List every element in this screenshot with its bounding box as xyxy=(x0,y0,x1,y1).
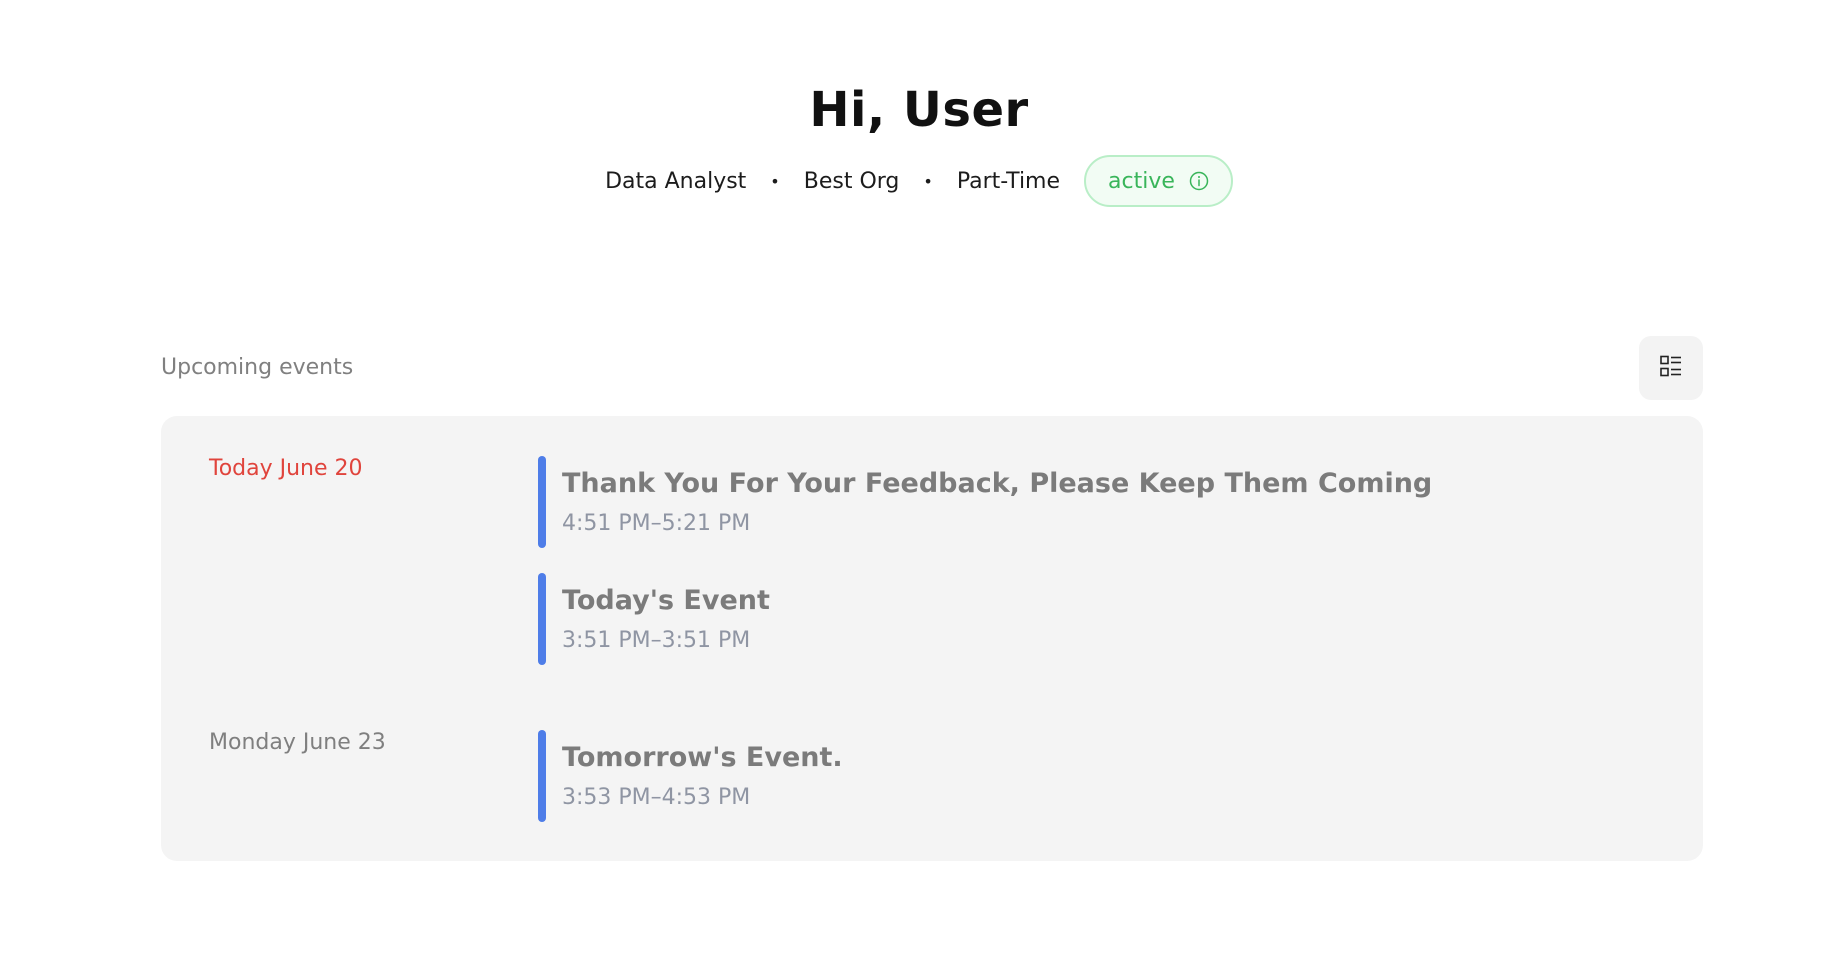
status-label: active xyxy=(1108,168,1175,194)
event-time: 3:53 PM–4:53 PM xyxy=(562,785,751,810)
separator-dot: • xyxy=(770,171,780,191)
event-time: 4:51 PM–5:21 PM xyxy=(562,511,751,536)
events-card: Today June 20 Thank You For Your Feedbac… xyxy=(161,416,1703,861)
event-color-bar xyxy=(538,573,546,665)
upcoming-events-title: Upcoming events xyxy=(161,355,354,380)
employment-type-text: Part-Time xyxy=(956,168,1061,194)
greeting-heading: Hi, User xyxy=(809,82,1029,138)
role-text: Data Analyst xyxy=(605,168,747,194)
view-toggle-button[interactable] xyxy=(1639,336,1703,400)
event-title: Tomorrow's Event. xyxy=(562,742,843,773)
event-title: Thank You For Your Feedback, Please Keep… xyxy=(562,468,1433,499)
event-color-bar xyxy=(538,730,546,822)
event-item[interactable]: Tomorrow's Event. 3:53 PM–4:53 PM xyxy=(538,730,843,822)
event-time: 3:51 PM–3:51 PM xyxy=(562,628,751,653)
event-title: Today's Event xyxy=(562,585,770,616)
event-item[interactable]: Thank You For Your Feedback, Please Keep… xyxy=(538,456,1432,548)
profile-meta-row: Data Analyst • Best Org • Part-Time acti… xyxy=(0,155,1838,207)
date-label-today: Today June 20 xyxy=(209,456,363,481)
status-badge[interactable]: active xyxy=(1084,155,1233,207)
event-color-bar xyxy=(538,456,546,548)
info-circle-icon[interactable] xyxy=(1189,171,1209,191)
separator-dot: • xyxy=(923,171,933,191)
date-label: Monday June 23 xyxy=(209,730,386,755)
organization-text: Best Org xyxy=(803,168,900,194)
list-view-icon xyxy=(1660,355,1682,381)
event-item[interactable]: Today's Event 3:51 PM–3:51 PM xyxy=(538,573,770,665)
dashboard-page: Hi, User Data Analyst • Best Org • Part-… xyxy=(0,0,1838,964)
